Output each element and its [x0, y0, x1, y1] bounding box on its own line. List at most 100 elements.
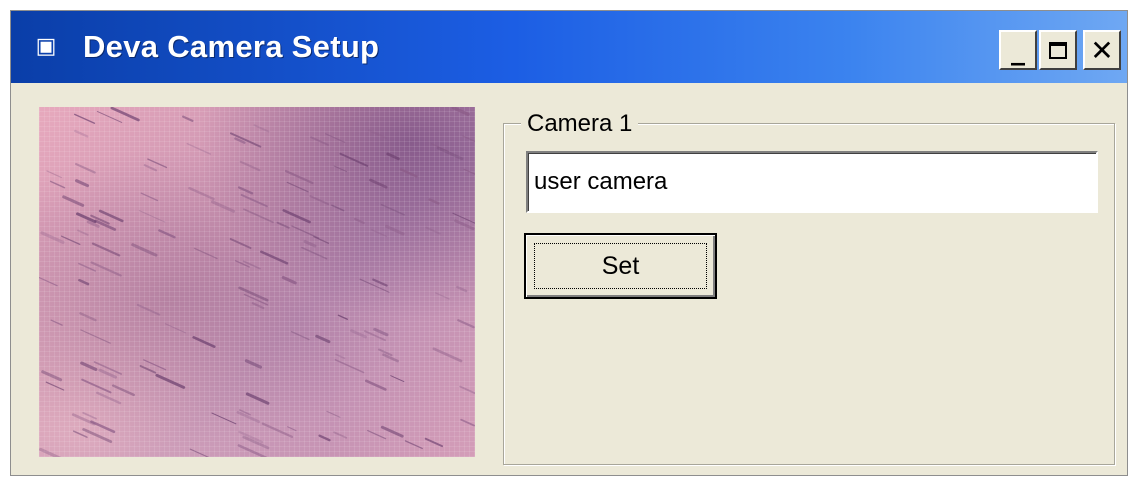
texture-streak [155, 373, 186, 389]
texture-streak [281, 275, 297, 285]
texture-streak [460, 418, 475, 427]
texture-streak [436, 146, 464, 161]
texture-streak [158, 229, 176, 239]
camera-preview-image [39, 107, 475, 457]
set-button[interactable]: Set [524, 233, 717, 299]
texture-streak [318, 434, 331, 442]
texture-streak [164, 323, 186, 334]
texture-streak [333, 165, 348, 173]
texture-streak [39, 447, 62, 457]
window-title: Deva Camera Setup [83, 29, 380, 64]
texture-streak [260, 250, 289, 265]
texture-streak [230, 132, 262, 148]
texture-streak [96, 110, 123, 123]
texture-streak [147, 158, 168, 169]
texture-streak [353, 217, 365, 224]
texture-streak [80, 329, 111, 344]
texture-streak [79, 312, 97, 322]
texture-streak [245, 392, 270, 405]
texture-streak [303, 239, 317, 248]
texture-streak [74, 113, 96, 124]
texture-streak [210, 200, 236, 213]
texture-streak [390, 375, 405, 383]
texture-streak [90, 261, 122, 277]
texture-streak [368, 129, 387, 139]
texture-streak [369, 178, 388, 189]
texture-streak [367, 429, 387, 440]
texture-streak [287, 426, 297, 432]
texture-streak [131, 243, 158, 257]
camera-name-input[interactable] [526, 151, 1098, 213]
texture-streak [74, 179, 90, 188]
texture-streak [253, 124, 270, 133]
maximize-button[interactable] [1039, 30, 1077, 70]
texture-streak [244, 359, 263, 369]
texture-streak [50, 319, 63, 326]
texture-streak [315, 334, 331, 344]
image-texture [39, 107, 475, 457]
texture-streak [78, 278, 90, 286]
texture-streak [326, 410, 341, 418]
window-app-icon[interactable]: ▣ [33, 35, 59, 57]
texture-streak [310, 136, 329, 146]
texture-streak [335, 353, 346, 360]
title-bar[interactable]: ▣ Deva Camera Setup _ ✕ [11, 11, 1127, 83]
texture-streak [39, 276, 58, 287]
texture-streak [182, 115, 194, 122]
texture-streak [76, 212, 97, 224]
texture-streak [290, 330, 310, 341]
texture-streak [334, 359, 365, 374]
texture-streak [98, 209, 124, 223]
texture-streak [75, 163, 96, 174]
texture-streak [237, 444, 268, 457]
texture-streak [80, 361, 98, 371]
texture-streak [380, 203, 405, 216]
texture-streak [82, 428, 113, 443]
texture-streak [371, 229, 388, 238]
texture-streak [77, 229, 89, 236]
texture-streak [364, 379, 387, 391]
texture-streak [188, 186, 215, 201]
texture-streak [140, 192, 159, 202]
maximize-icon [1049, 41, 1067, 59]
texture-streak [72, 430, 88, 438]
texture-streak [81, 378, 112, 394]
texture-streak [286, 181, 309, 193]
texture-streak [111, 384, 135, 397]
texture-streak [313, 236, 330, 244]
texture-streak [40, 231, 65, 244]
texture-streak [301, 246, 328, 260]
minimize-icon: _ [1011, 33, 1025, 66]
texture-streak [261, 422, 294, 438]
minimize-button[interactable]: _ [999, 30, 1037, 70]
texture-streak [41, 370, 63, 382]
texture-streak [284, 170, 314, 185]
texture-streak [46, 170, 62, 179]
texture-streak [424, 437, 444, 448]
texture-streak [350, 329, 367, 339]
texture-streak [139, 365, 157, 374]
texture-streak [386, 152, 400, 161]
texture-streak [45, 381, 65, 391]
close-button[interactable]: ✕ [1083, 30, 1121, 70]
texture-streak [189, 448, 210, 457]
texture-streak [385, 224, 405, 236]
texture-streak [457, 319, 475, 329]
texture-streak [110, 107, 140, 122]
texture-streak [451, 107, 470, 116]
texture-streak [333, 431, 348, 439]
texture-streak [211, 412, 237, 425]
focus-rectangle [534, 243, 707, 289]
texture-streak [251, 302, 265, 310]
texture-streak [78, 262, 97, 272]
texture-streak [373, 327, 389, 337]
texture-streak [229, 238, 252, 249]
texture-streak [49, 180, 66, 189]
texture-streak [240, 194, 268, 208]
texture-streak [462, 135, 475, 143]
texture-streak [428, 198, 440, 205]
texture-streak [234, 260, 250, 268]
texture-streak [91, 242, 121, 257]
texture-streak [339, 152, 369, 167]
texture-streak [239, 160, 261, 172]
